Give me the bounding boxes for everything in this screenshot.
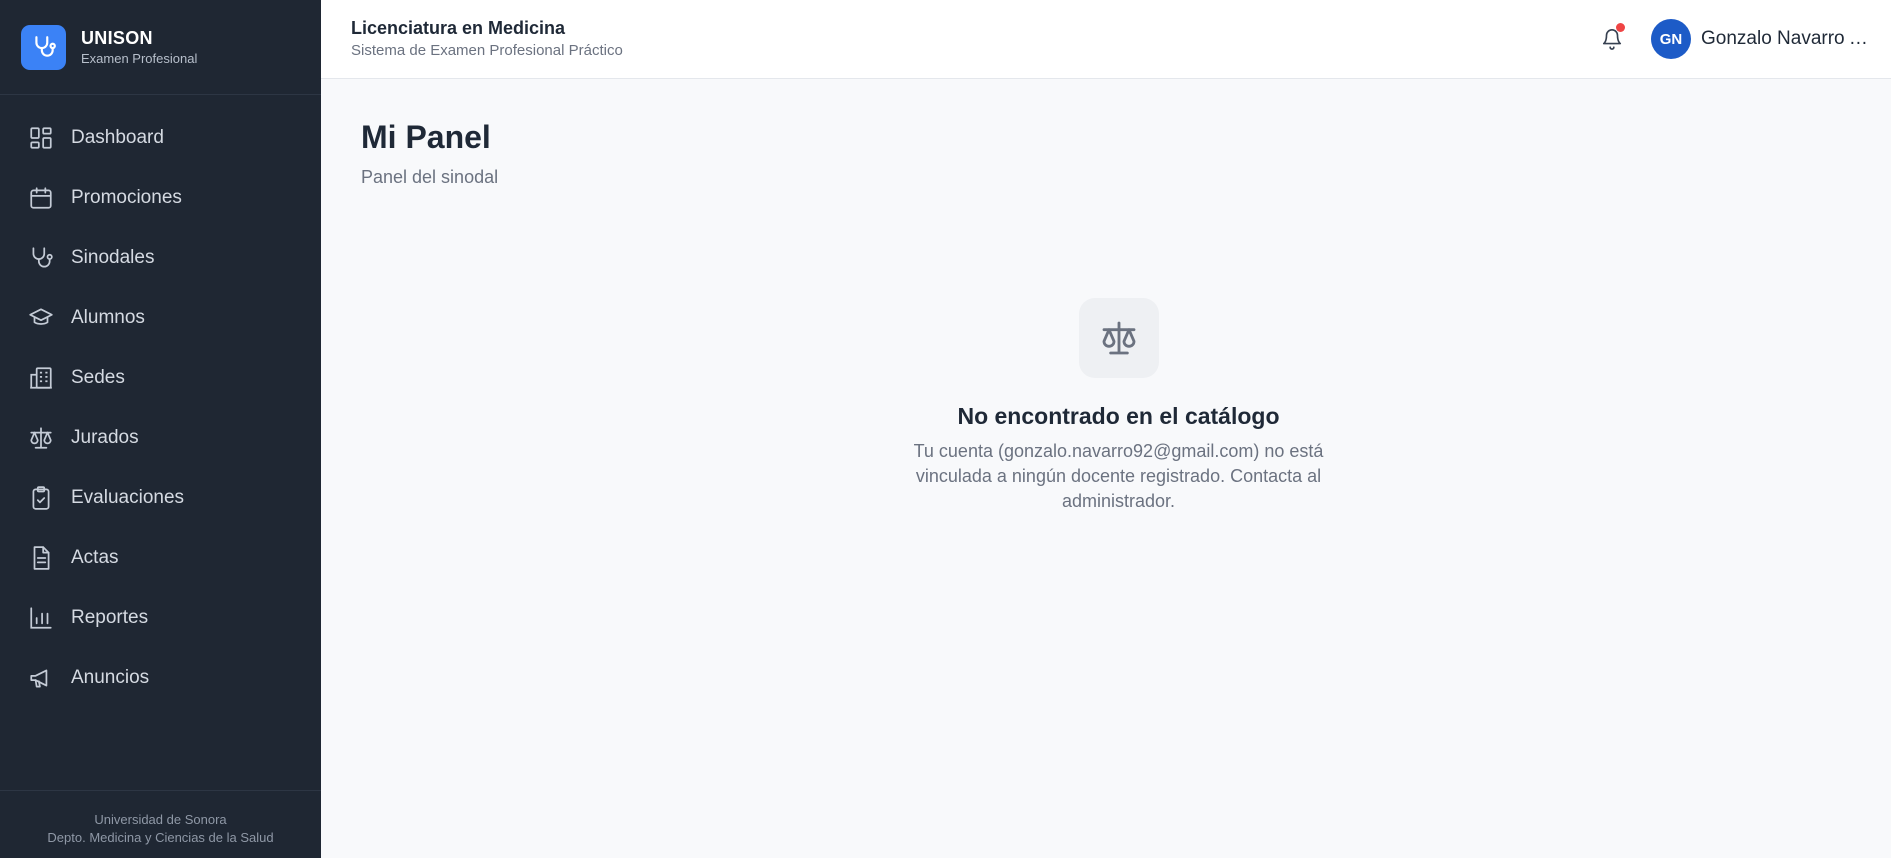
calendar-icon (27, 184, 55, 212)
scale-icon (1078, 298, 1159, 378)
stethoscope-icon (27, 244, 55, 272)
sidebar-footer: Universidad de Sonora Depto. Medicina y … (0, 790, 321, 858)
notification-dot (1616, 23, 1625, 32)
bell-icon[interactable] (1598, 23, 1626, 53)
top-bar: Licenciatura en Medicina Sistema de Exam… (321, 0, 1891, 79)
sidebar-item-reportes[interactable]: Reportes (0, 588, 321, 648)
brand-subtitle: Examen Profesional (81, 51, 198, 66)
sidebar-item-evaluaciones[interactable]: Evaluaciones (0, 468, 321, 528)
sidebar-item-sedes[interactable]: Sedes (0, 348, 321, 408)
sidebar-item-jurados[interactable]: Jurados (0, 408, 321, 468)
sidebar-item-actas[interactable]: Actas (0, 528, 321, 588)
sidebar-nav: Dashboard Promociones Sinodales Alumnos … (0, 95, 321, 708)
footer-university: Universidad de Sonora (94, 812, 227, 827)
empty-state-message: Tu cuenta (gonzalo.navarro92@gmail.com) … (913, 441, 1324, 511)
page-subtitle: Panel del sinodal (361, 167, 499, 187)
brand-title: UNISON (81, 28, 153, 48)
clipboard-check-icon (27, 484, 55, 512)
header-title: Licenciatura en Medicina (351, 18, 566, 38)
empty-state: No encontrado en el catálogo Tu cuenta (… (878, 298, 1359, 514)
sidebar-item-label: Anuncios (71, 667, 150, 688)
dashboard-icon (27, 124, 55, 152)
avatar[interactable]: GN (1651, 19, 1691, 59)
sidebar-item-label: Dashboard (71, 127, 164, 148)
bar-chart-icon (27, 604, 55, 632)
sidebar-item-alumnos[interactable]: Alumnos (0, 288, 321, 348)
megaphone-icon (27, 664, 55, 692)
sidebar-item-label: Alumnos (71, 307, 145, 328)
header-subtitle: Sistema de Examen Profesional Práctico (351, 42, 623, 59)
building-icon (27, 364, 55, 392)
sidebar-item-label: Actas (71, 547, 119, 568)
brand: UNISON Examen Profesional (0, 0, 321, 95)
sidebar-item-label: Sinodales (71, 247, 155, 268)
scale-icon (27, 424, 55, 452)
sidebar-item-label: Reportes (71, 607, 149, 628)
sidebar-item-label: Promociones (71, 187, 182, 208)
page-title: Mi Panel (361, 119, 491, 155)
sidebar-item-dashboard[interactable]: Dashboard (0, 108, 321, 168)
sidebar-item-label: Sedes (71, 367, 125, 388)
sidebar-item-promociones[interactable]: Promociones (0, 168, 321, 228)
sidebar-item-label: Jurados (71, 427, 139, 448)
user-name[interactable]: Gonzalo Navarro A... (1701, 28, 1876, 50)
footer-department: Depto. Medicina y Ciencias de la Salud (47, 830, 274, 845)
sidebar-item-sinodales[interactable]: Sinodales (0, 228, 321, 288)
stethoscope-icon[interactable] (21, 24, 66, 70)
graduation-cap-icon (27, 304, 55, 332)
document-icon (27, 544, 55, 572)
sidebar-item-label: Evaluaciones (71, 487, 185, 508)
sidebar-item-anuncios[interactable]: Anuncios (0, 648, 321, 708)
sidebar: UNISON Examen Profesional Dashboard Prom… (0, 0, 321, 858)
empty-state-title: No encontrado en el catálogo (957, 403, 1280, 429)
